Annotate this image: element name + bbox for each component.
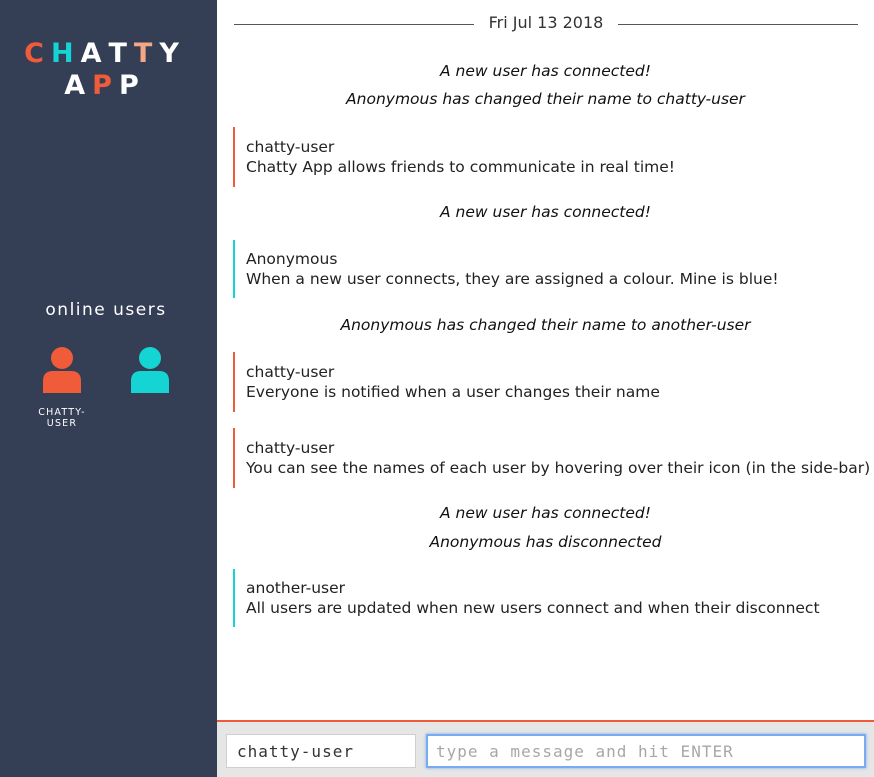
system-notification: A new user has connected! (440, 504, 651, 522)
message-content: Chatty App allows friends to communicate… (246, 158, 676, 176)
logo-letter: A (80, 38, 109, 69)
system-notification: Anonymous has disconnected (429, 533, 662, 551)
logo-letter: P (92, 70, 119, 101)
message-username: Anonymous (246, 250, 338, 268)
logo-letter: A (64, 70, 93, 101)
date-label: Fri Jul 13 2018 (488, 13, 604, 32)
message-content: All users are updated when new users con… (246, 599, 820, 617)
date-divider: Fri Jul 13 2018 (234, 13, 858, 35)
logo-line-2: APP (0, 70, 210, 102)
divider-line (618, 24, 858, 25)
user-icon (43, 347, 81, 393)
system-notification: A new user has connected! (440, 62, 651, 80)
system-notification: A new user has connected! (440, 203, 651, 221)
app-logo: CHATTY APP (0, 38, 210, 102)
logo-letter: T (108, 38, 134, 69)
message-username: chatty-user (246, 363, 335, 381)
chat-message: chatty-user Everyone is notified when a … (233, 352, 874, 412)
user-icon (131, 347, 169, 393)
message-content: You can see the names of each user by ho… (246, 459, 871, 477)
chat-message: another-user All users are updated when … (233, 569, 874, 627)
message-content: Everyone is notified when a user changes… (246, 383, 660, 401)
system-notification: Anonymous has changed their name to anot… (340, 316, 751, 334)
sidebar: CHATTY APP online users CHATTY-USER (0, 0, 217, 777)
composer-bar (217, 720, 874, 777)
username-input[interactable] (226, 734, 416, 768)
chat-message: chatty-user You can see the names of eac… (233, 428, 874, 488)
message-username: another-user (246, 579, 346, 597)
system-notification: Anonymous has changed their name to chat… (346, 90, 745, 108)
logo-line-1: CHATTY (0, 38, 210, 70)
logo-letter: T (133, 38, 160, 69)
message-list: Fri Jul 13 2018 A new user has connected… (217, 0, 874, 720)
online-user-2[interactable] (110, 345, 190, 395)
logo-letter: Y (159, 38, 186, 69)
message-username: chatty-user (246, 138, 335, 156)
chat-message: Anonymous When a new user connects, they… (233, 240, 874, 298)
logo-letter: C (24, 38, 51, 69)
logo-letter: H (50, 38, 81, 69)
message-content: When a new user connects, they are assig… (246, 270, 779, 288)
message-username: chatty-user (246, 439, 335, 457)
online-user-chatty-user[interactable]: CHATTY-USER (22, 345, 102, 429)
logo-letter: P (118, 70, 146, 101)
online-users-title: online users (45, 300, 167, 320)
chat-message: chatty-user Chatty App allows friends to… (233, 127, 874, 187)
online-user-label: CHATTY-USER (38, 407, 86, 429)
message-input[interactable] (426, 734, 866, 768)
